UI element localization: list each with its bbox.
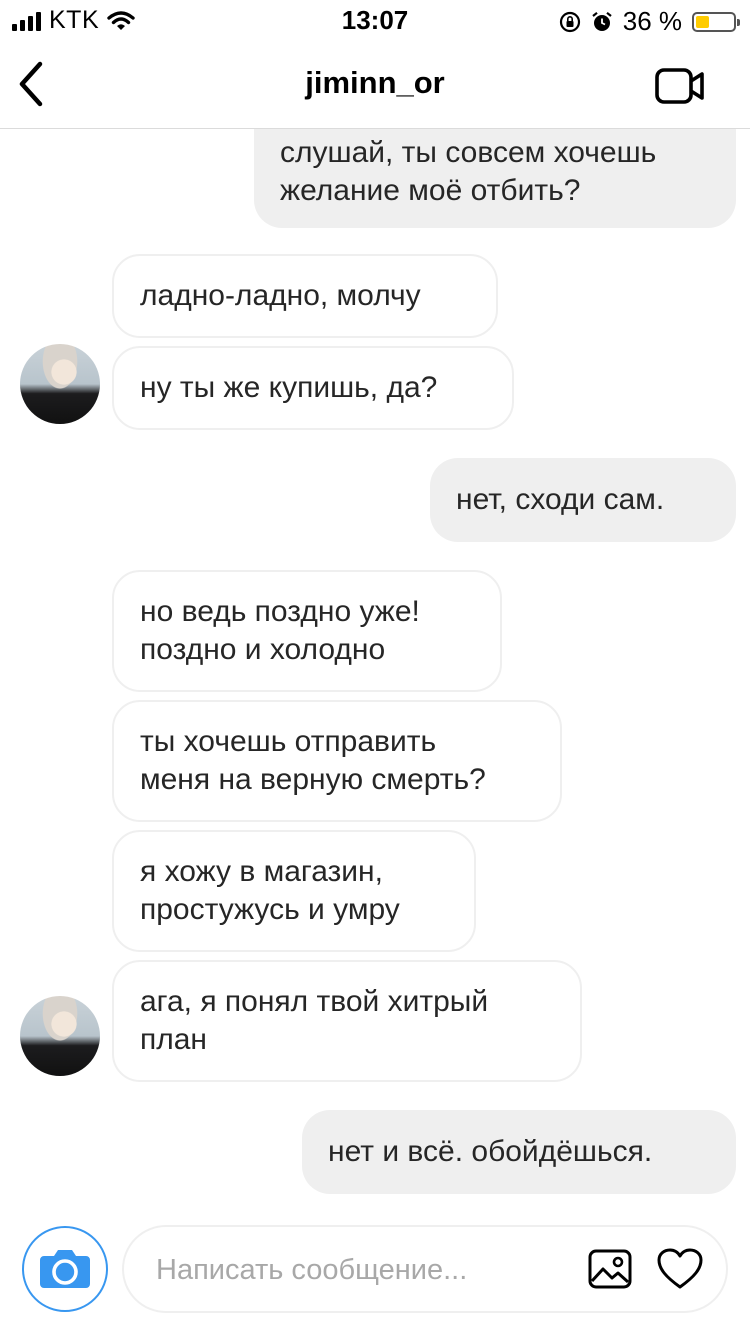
message-composer	[122, 1225, 728, 1313]
chat-header: jiminn_or	[0, 40, 750, 129]
camera-button[interactable]	[22, 1226, 108, 1312]
orientation-lock-icon	[559, 11, 580, 32]
gallery-icon[interactable]	[588, 1249, 632, 1289]
message-thread[interactable]: слушай, ты совсем хочешь желание моё отб…	[0, 0, 750, 1334]
message-text: я хожу в магазин, простужусь и умру	[140, 855, 400, 926]
contact-avatar[interactable]	[20, 996, 100, 1076]
message-incoming[interactable]: ага, я понял твой хитрый план	[112, 960, 582, 1082]
message-text: ладно-ладно, молчу	[140, 279, 421, 312]
message-text: слушай, ты совсем хочешь желание моё отб…	[280, 136, 657, 207]
message-incoming[interactable]: ты хочешь отправить меня на верную смерт…	[112, 700, 562, 822]
status-bar: KTK 13:07 36 %	[0, 0, 750, 40]
message-incoming[interactable]: я хожу в магазин, простужусь и умру	[112, 830, 476, 952]
message-text: ты хочешь отправить меня на верную смерт…	[140, 725, 486, 796]
message-outgoing[interactable]: нет и всё. обойдёшься.	[302, 1110, 736, 1194]
message-text: нет и всё. обойдёшься.	[328, 1135, 653, 1168]
camera-icon	[40, 1250, 90, 1288]
battery-icon	[692, 11, 740, 32]
video-camera-icon[interactable]	[654, 66, 706, 106]
chat-title[interactable]: jiminn_or	[0, 65, 750, 101]
battery-percent: 36 %	[622, 6, 682, 36]
message-incoming[interactable]: ладно-ладно, молчу	[112, 254, 498, 338]
message-incoming[interactable]: ну ты же купишь, да?	[112, 346, 514, 430]
message-incoming[interactable]: но ведь поздно уже! поздно и холодно	[112, 570, 502, 692]
message-text: ну ты же купишь, да?	[140, 371, 438, 404]
heart-icon[interactable]	[656, 1247, 704, 1291]
message-text: ага, я понял твой хитрый план	[140, 985, 489, 1056]
contact-avatar[interactable]	[20, 344, 100, 424]
battery-level	[696, 15, 709, 28]
message-text: но ведь поздно уже! поздно и холодно	[140, 595, 420, 666]
message-text: нет, сходи сам.	[456, 483, 665, 516]
message-outgoing[interactable]: нет, сходи сам.	[430, 458, 736, 542]
message-input[interactable]	[154, 1227, 558, 1313]
alarm-icon	[592, 11, 612, 31]
